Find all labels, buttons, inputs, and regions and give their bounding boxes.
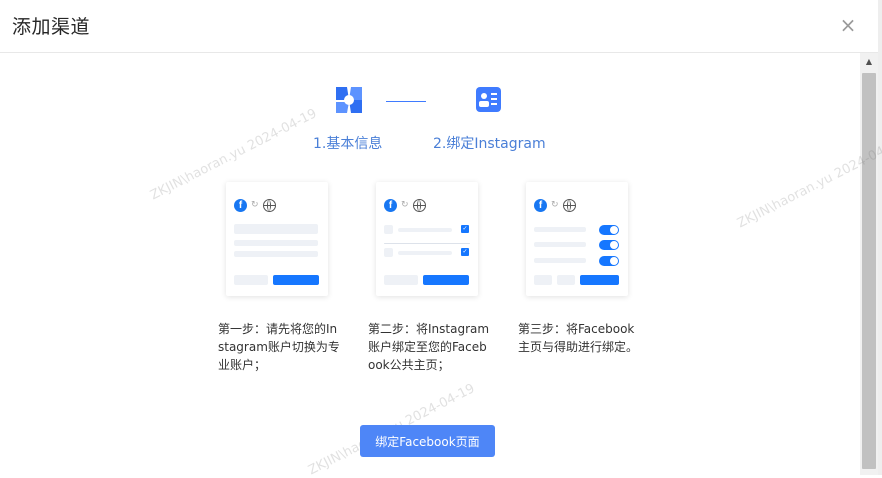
sync-icon: ↻ (551, 200, 559, 210)
scroll-up-arrow-icon[interactable]: ▲ (860, 53, 878, 71)
step-label-basic-info: 1.基本信息 (313, 136, 383, 152)
bowtie-shapes-icon (336, 87, 362, 113)
step-illustration-card: f ↻ (526, 182, 628, 296)
facebook-icon: f (234, 199, 247, 212)
step-2-description: 第二步：将Instagram账户绑定至您的Facebook公共主页； (368, 322, 490, 372)
dialog-title: 添加渠道 (12, 16, 91, 38)
globe-icon (263, 199, 276, 212)
sync-icon: ↻ (401, 200, 409, 210)
vertical-scrollbar[interactable]: ▲ (860, 53, 878, 475)
step-label-bind-instagram: 2.绑定Instagram (433, 136, 546, 152)
step-1-description: 第一步：请先将您的Instagram账户切换为专业账户； (218, 322, 340, 372)
scroll-thumb[interactable] (862, 73, 876, 469)
checkbox-checked-icon: ✓ (461, 225, 469, 233)
toggle-on-icon (599, 240, 619, 250)
globe-icon (563, 199, 576, 212)
checkbox-checked-icon: ✓ (461, 248, 469, 256)
background-strip (878, 0, 882, 475)
bind-facebook-page-button[interactable]: 绑定Facebook页面 (360, 425, 495, 457)
step-3-description: 第三步：将Facebook主页与得助进行绑定。 (518, 322, 639, 354)
profile-card-icon (476, 87, 501, 112)
facebook-icon: f (534, 199, 547, 212)
facebook-icon: f (384, 199, 397, 212)
toggle-on-icon (599, 256, 619, 266)
step-connector-line (386, 101, 426, 102)
sync-icon: ↻ (251, 200, 259, 210)
step-illustration-card: f ↻ ✓ ✓ (376, 182, 478, 296)
close-icon[interactable]: × (838, 15, 858, 35)
step-illustration-card: f ↻ (226, 182, 328, 296)
toggle-on-icon (599, 225, 619, 235)
dialog-header: 添加渠道 × (0, 0, 878, 53)
globe-icon (413, 199, 426, 212)
